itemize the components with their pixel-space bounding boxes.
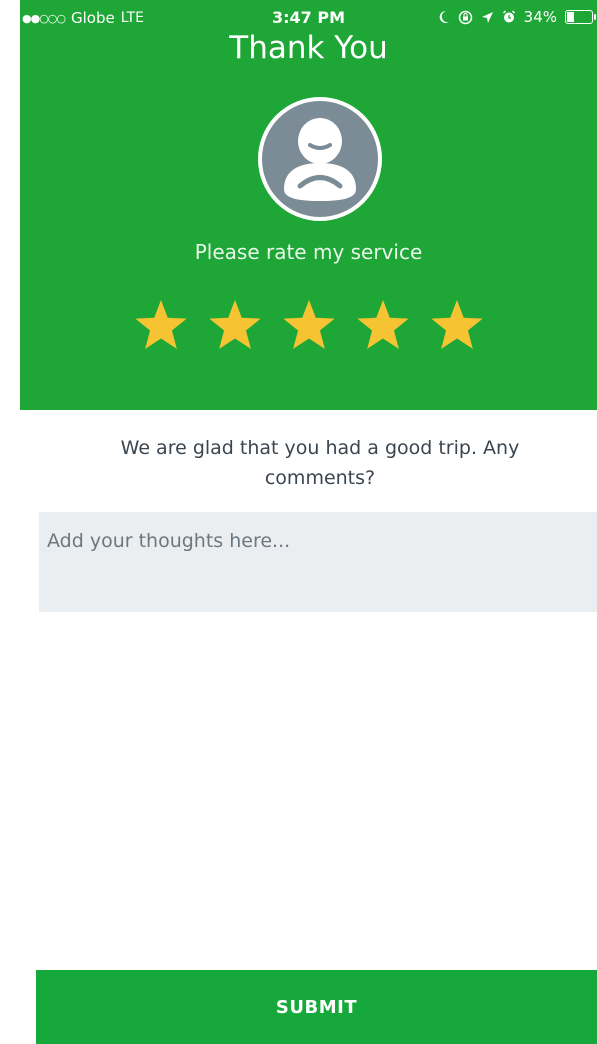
location-icon xyxy=(481,11,493,23)
star-rating[interactable] xyxy=(20,298,597,352)
driver-avatar xyxy=(258,97,382,221)
orientation-lock-icon xyxy=(458,10,472,24)
star-icon[interactable] xyxy=(355,298,411,352)
battery-icon xyxy=(565,10,596,24)
star-icon[interactable] xyxy=(207,298,263,352)
alarm-icon xyxy=(502,10,515,23)
status-bar: ●●○○○ Globe LTE 3:47 PM 34% xyxy=(20,0,597,27)
star-icon[interactable] xyxy=(133,298,189,352)
submit-button[interactable]: SUBMIT xyxy=(36,970,597,1044)
comment-prompt: We are glad that you had a good trip. An… xyxy=(120,437,520,489)
battery-percent: 34% xyxy=(523,8,557,26)
battery-level xyxy=(567,12,574,22)
star-icon[interactable] xyxy=(429,298,485,352)
page-title: Thank You xyxy=(229,30,388,66)
status-right: 34% xyxy=(438,8,596,26)
comment-input[interactable] xyxy=(39,512,597,612)
user-avatar-icon xyxy=(284,118,356,201)
rating-prompt: Please rate my service xyxy=(194,240,423,264)
battery-cap xyxy=(594,14,596,20)
moon-icon xyxy=(439,10,449,23)
zigzag-edge xyxy=(20,395,597,404)
star-icon[interactable] xyxy=(281,298,337,352)
